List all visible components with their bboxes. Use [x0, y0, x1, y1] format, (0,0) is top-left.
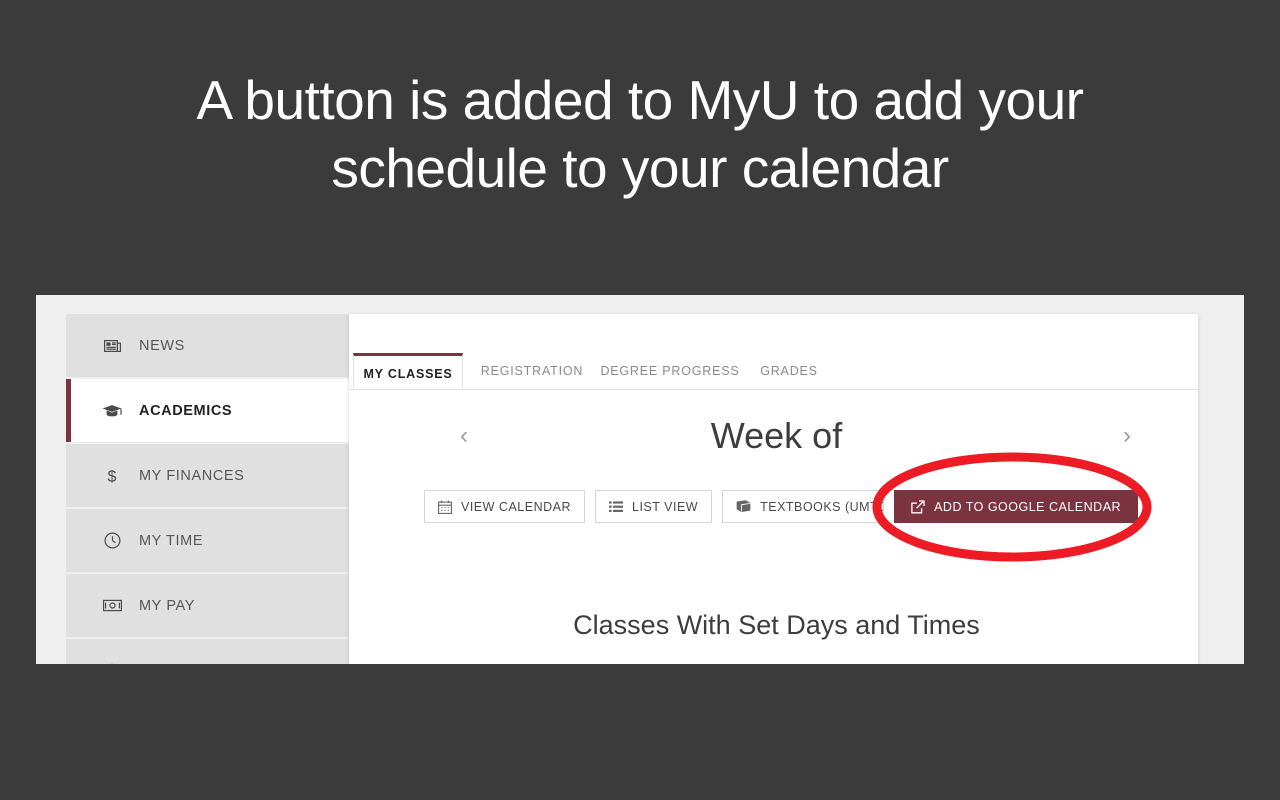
banknote-icon — [99, 599, 125, 612]
dollar-sign-icon: $ — [99, 467, 125, 485]
svg-text:$: $ — [108, 468, 117, 485]
tab-label: REGISTRATION — [480, 364, 584, 378]
sidebar-item-news[interactable]: NEWS — [66, 314, 350, 377]
button-label: TEXTBOOKS (UMTC — [760, 499, 885, 514]
academics-content-card: MY CLASSES REGISTRATION DEGREE PROGRESS … — [349, 314, 1198, 664]
person-icon — [99, 663, 125, 664]
academics-tab-bar: MY CLASSES REGISTRATION DEGREE PROGRESS … — [349, 353, 1198, 390]
list-icon — [609, 500, 623, 513]
week-navigation: ‹ Week of › — [389, 410, 1164, 462]
schedule-action-buttons: VIEW CALENDAR LIST VIEW TEXTBOOKS (UMTC … — [424, 490, 1139, 523]
add-to-google-calendar-button[interactable]: ADD TO GOOGLE CALENDAR — [894, 490, 1139, 523]
tab-grades[interactable]: GRADES — [749, 353, 829, 389]
book-icon — [736, 500, 751, 513]
sidebar-item-my-finances[interactable]: $ MY FINANCES — [66, 444, 350, 507]
chevron-right-icon[interactable]: › — [1112, 410, 1142, 462]
button-label: ADD TO GOOGLE CALENDAR — [934, 499, 1122, 514]
sidebar-item-label: MY PAY — [139, 597, 195, 614]
sidebar-item-my-time[interactable]: MY TIME — [66, 509, 350, 572]
tab-label: GRADES — [760, 364, 818, 378]
external-link-icon — [911, 499, 925, 514]
active-accent-bar — [66, 379, 71, 442]
textbooks-button[interactable]: TEXTBOOKS (UMTC — [722, 490, 885, 523]
list-view-button[interactable]: LIST VIEW — [595, 490, 713, 523]
sidebar-item-label: MY FINANCES — [139, 467, 245, 484]
sidebar-item-my-pay[interactable]: MY PAY — [66, 574, 350, 637]
sidebar-item-label: ACADEMICS — [139, 402, 233, 419]
slide-title: A button is added to MyU to add your sch… — [196, 69, 1084, 199]
tab-degree-progress[interactable]: DEGREE PROGRESS — [597, 353, 743, 389]
week-title: Week of — [710, 415, 843, 456]
calendar-icon — [438, 500, 452, 514]
sidebar-item-label: MY TIME — [139, 532, 204, 549]
button-label: VIEW CALENDAR — [461, 499, 571, 514]
sidebar-item-my-benefits[interactable]: MY BENEFITS — [66, 639, 350, 664]
newspaper-icon — [99, 339, 125, 353]
tab-my-classes[interactable]: MY CLASSES — [353, 353, 463, 389]
section-heading: Classes With Set Days and Times — [573, 610, 980, 640]
graduation-cap-icon — [99, 404, 125, 418]
sidebar-item-academics[interactable]: ACADEMICS — [66, 379, 350, 442]
tab-registration[interactable]: REGISTRATION — [473, 353, 591, 389]
sidebar: NEWS ACADEMICS $ MY FINANCES MY TIME MY … — [66, 314, 350, 664]
tab-label: MY CLASSES — [363, 367, 453, 381]
clock-icon — [99, 532, 125, 549]
tab-label: DEGREE PROGRESS — [600, 364, 740, 378]
sidebar-item-label: MY BENEFITS — [139, 663, 242, 665]
myu-screenshot-frame: NEWS ACADEMICS $ MY FINANCES MY TIME MY … — [36, 295, 1244, 664]
sidebar-item-label: NEWS — [139, 337, 185, 354]
button-label: LIST VIEW — [632, 499, 699, 514]
view-calendar-button[interactable]: VIEW CALENDAR — [424, 490, 585, 523]
